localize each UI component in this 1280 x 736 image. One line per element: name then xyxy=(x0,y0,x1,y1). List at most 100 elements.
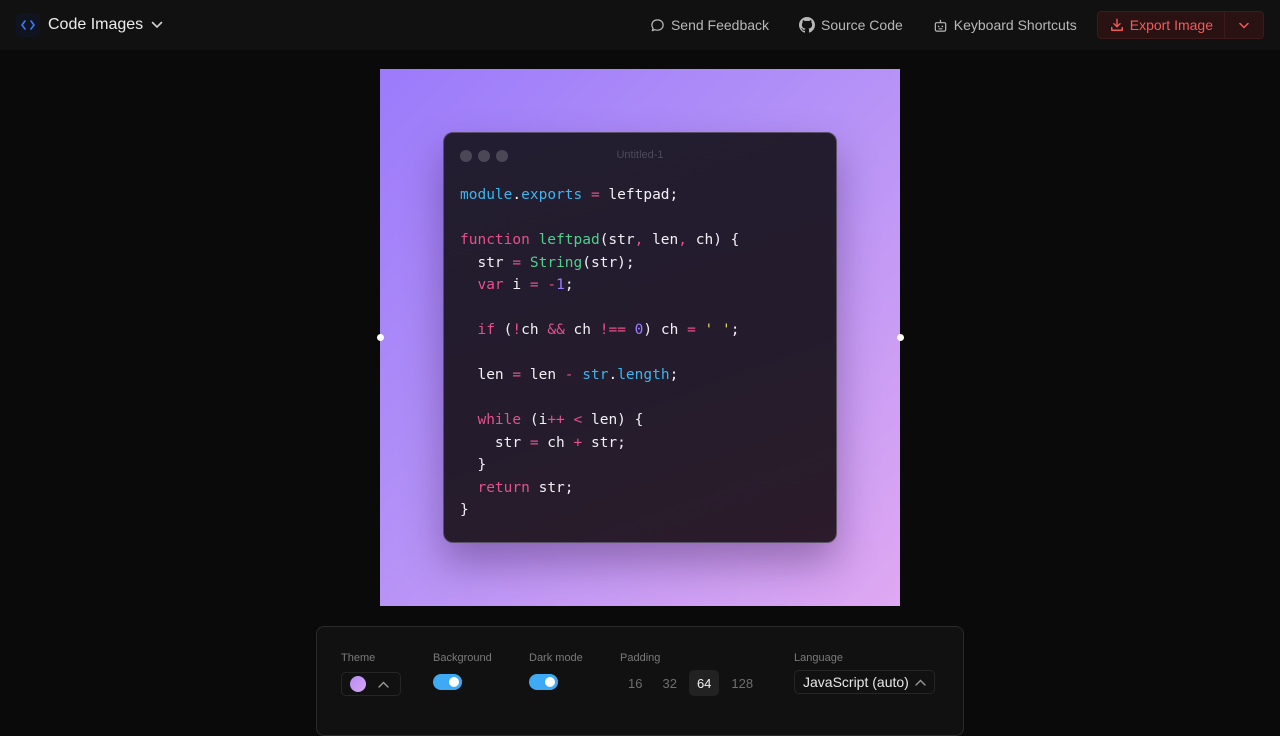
dark-mode-label: Dark mode xyxy=(529,652,583,664)
code-token: + xyxy=(573,434,583,451)
language-select[interactable]: JavaScript (auto) xyxy=(794,670,935,694)
code-token: len xyxy=(521,367,565,383)
code-token: ; xyxy=(730,322,740,338)
code-token: = xyxy=(590,187,600,203)
code-line: var i = -1; xyxy=(460,274,739,297)
padding-option-128[interactable]: 128 xyxy=(723,670,761,696)
send-feedback-label: Send Feedback xyxy=(670,17,770,33)
keyboard-shortcuts-button[interactable]: Keyboard Shortcuts xyxy=(925,11,1085,39)
code-token: if xyxy=(477,322,495,338)
theme-label: Theme xyxy=(341,652,376,664)
window-title[interactable]: Untitled-1 xyxy=(444,149,836,161)
code-line: str = ch + str; xyxy=(460,432,739,455)
code-token: i xyxy=(503,277,530,293)
export-options-button[interactable] xyxy=(1225,12,1263,38)
code-token: !== xyxy=(599,322,626,338)
code-token: str xyxy=(582,367,609,383)
keyboard-shortcuts-label: Keyboard Shortcuts xyxy=(953,17,1077,33)
resize-handle-right[interactable] xyxy=(896,334,904,341)
top-bar: Code Images Send Feedback Source Code Ke… xyxy=(0,0,1280,50)
dark-mode-toggle[interactable] xyxy=(529,674,558,690)
source-code-label: Source Code xyxy=(821,17,903,33)
github-icon xyxy=(799,17,816,33)
code-token: . xyxy=(512,187,522,203)
code-token: = xyxy=(529,434,539,451)
code-line: while (i++ < len) { xyxy=(460,409,739,432)
dark-mode-control: Dark mode xyxy=(529,652,583,690)
code-editor[interactable]: module.exports = leftpad; function leftpa… xyxy=(460,184,739,522)
resize-handle-left[interactable] xyxy=(376,334,384,341)
source-code-button[interactable]: Source Code xyxy=(791,11,911,39)
code-token: function xyxy=(460,232,530,248)
code-line: function leftpad(str, len, ch) { xyxy=(460,229,739,252)
code-token: len xyxy=(460,367,513,383)
padding-option-64[interactable]: 64 xyxy=(688,670,720,696)
code-token: ; xyxy=(564,277,574,293)
theme-picker[interactable] xyxy=(341,672,401,696)
background-toggle[interactable] xyxy=(433,674,462,690)
app-title: Code Images xyxy=(48,16,144,33)
code-token: ch) { xyxy=(687,232,740,248)
chevron-down-icon xyxy=(151,21,163,29)
code-token: return xyxy=(477,479,530,496)
message-circle-icon xyxy=(651,18,664,31)
language-control: Language JavaScript (auto) xyxy=(794,652,935,694)
download-icon xyxy=(1110,18,1123,31)
code-token: ) ch xyxy=(643,322,688,338)
send-feedback-button[interactable]: Send Feedback xyxy=(642,11,777,39)
code-token: ! xyxy=(512,322,522,338)
top-nav: Send Feedback Source Code Keyboard Short… xyxy=(628,11,1264,39)
background-control: Background xyxy=(433,652,492,690)
code-token: = xyxy=(529,277,539,293)
theme-swatch xyxy=(350,676,366,692)
chevron-up-icon xyxy=(915,679,926,686)
image-canvas: Untitled-1 module.exports = leftpad; func… xyxy=(376,69,904,606)
code-token: (str); xyxy=(582,254,635,271)
padding-option-16[interactable]: 16 xyxy=(620,670,650,696)
code-token: . xyxy=(608,367,618,383)
code-token: && xyxy=(547,322,565,338)
code-token: leftpad xyxy=(538,232,600,248)
code-line: if (!ch && ch !== 0) ch = ' '; xyxy=(460,319,739,342)
code-window: Untitled-1 module.exports = leftpad; func… xyxy=(443,132,837,543)
code-token: 1 xyxy=(556,277,565,293)
code-token: exports xyxy=(521,187,583,203)
code-token: var xyxy=(477,277,504,293)
code-token: ch xyxy=(521,322,548,338)
code-token: - xyxy=(547,277,557,293)
code-token: str; xyxy=(582,434,626,451)
padding-option-32[interactable]: 32 xyxy=(654,670,684,696)
code-token: while xyxy=(477,412,522,428)
padding-control: Padding 16 32 64 128 xyxy=(620,652,765,696)
padding-options: 16 32 64 128 xyxy=(620,670,765,696)
code-token: < xyxy=(573,412,583,428)
code-token: (str xyxy=(599,232,635,248)
code-token: ' ' xyxy=(704,322,731,338)
code-token: str xyxy=(460,254,513,271)
code-token: = xyxy=(512,367,522,383)
code-token: } xyxy=(460,457,487,473)
code-brackets-icon xyxy=(16,13,40,37)
background-label: Background xyxy=(433,652,492,664)
app-menu-button[interactable]: Code Images xyxy=(16,13,163,37)
chevron-up-icon xyxy=(378,681,389,688)
code-token: len) { xyxy=(582,412,644,428)
code-token: ++ xyxy=(547,412,565,428)
export-image-button[interactable]: Export Image xyxy=(1098,12,1225,38)
export-group: Export Image xyxy=(1096,11,1264,39)
